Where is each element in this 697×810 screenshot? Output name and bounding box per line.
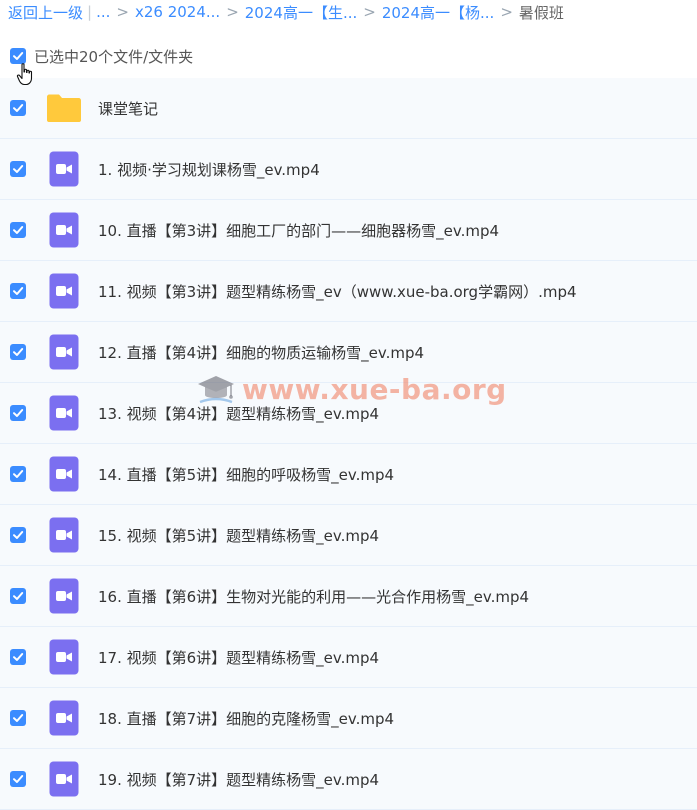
row-checkbox[interactable]: [10, 100, 26, 116]
video-file-icon: [49, 395, 79, 431]
list-item[interactable]: 15. 视频【第5讲】题型精练杨雪_ev.mp4: [0, 505, 697, 566]
file-name[interactable]: 10. 直播【第3讲】细胞工厂的部门——细胞器杨雪_ev.mp4: [98, 220, 499, 241]
check-icon: [13, 653, 24, 661]
video-file-icon: [49, 517, 79, 553]
breadcrumb-item-2[interactable]: 2024高一【生...: [245, 2, 357, 23]
video-icon-wrap: [46, 334, 82, 370]
row-checkbox[interactable]: [10, 649, 26, 665]
file-name[interactable]: 11. 视频【第3讲】题型精练杨雪_ev（www.xue-ba.org学霸网）.…: [98, 281, 577, 302]
chevron-right-icon: >: [500, 3, 513, 21]
row-checkbox[interactable]: [10, 161, 26, 177]
list-item[interactable]: 18. 直播【第7讲】细胞的克隆杨雪_ev.mp4: [0, 688, 697, 749]
chevron-right-icon: >: [226, 3, 239, 21]
list-item[interactable]: 12. 直播【第4讲】细胞的物质运输杨雪_ev.mp4: [0, 322, 697, 383]
check-icon: [13, 52, 24, 60]
list-item[interactable]: 11. 视频【第3讲】题型精练杨雪_ev（www.xue-ba.org学霸网）.…: [0, 261, 697, 322]
check-icon: [13, 714, 24, 722]
file-name[interactable]: 13. 视频【第4讲】题型精练杨雪_ev.mp4: [98, 403, 379, 424]
selection-count: 已选中20个文件/文件夹: [34, 47, 194, 66]
video-icon-wrap: [46, 151, 82, 187]
video-icon-wrap: [46, 273, 82, 309]
video-icon-wrap: [46, 395, 82, 431]
video-icon-wrap: [46, 578, 82, 614]
video-file-icon: [49, 761, 79, 797]
video-icon-wrap: [46, 639, 82, 675]
hand-cursor-icon: [16, 63, 33, 86]
list-item[interactable]: 13. 视频【第4讲】题型精练杨雪_ev.mp4: [0, 383, 697, 444]
breadcrumb-item-3[interactable]: 2024高一【杨...: [382, 2, 494, 23]
folder-icon-wrap: [46, 90, 82, 126]
check-icon: [13, 287, 24, 295]
selection-bar: 已选中20个文件/文件夹: [0, 36, 697, 76]
file-name[interactable]: 17. 视频【第6讲】题型精练杨雪_ev.mp4: [98, 647, 379, 668]
row-checkbox[interactable]: [10, 405, 26, 421]
video-file-icon: [49, 700, 79, 736]
breadcrumb: 返回上一级 | ... > x26 2024... > 2024高一【生... …: [0, 0, 697, 24]
video-file-icon: [49, 639, 79, 675]
row-checkbox[interactable]: [10, 527, 26, 543]
back-link[interactable]: 返回上一级: [8, 2, 83, 23]
row-checkbox[interactable]: [10, 344, 26, 360]
video-file-icon: [49, 456, 79, 492]
file-name[interactable]: 课堂笔记: [98, 98, 158, 119]
video-file-icon: [49, 578, 79, 614]
check-icon: [13, 104, 24, 112]
file-name[interactable]: 14. 直播【第5讲】细胞的呼吸杨雪_ev.mp4: [98, 464, 394, 485]
breadcrumb-divider: |: [87, 3, 93, 21]
row-checkbox[interactable]: [10, 466, 26, 482]
file-name[interactable]: 1. 视频·学习规划课杨雪_ev.mp4: [98, 159, 320, 180]
row-checkbox[interactable]: [10, 222, 26, 238]
list-item[interactable]: 17. 视频【第6讲】题型精练杨雪_ev.mp4: [0, 627, 697, 688]
check-icon: [13, 592, 24, 600]
row-checkbox[interactable]: [10, 283, 26, 299]
video-icon-wrap: [46, 761, 82, 797]
folder-icon: [47, 94, 81, 122]
list-item[interactable]: 19. 视频【第7讲】题型精练杨雪_ev.mp4: [0, 749, 697, 810]
check-icon: [13, 409, 24, 417]
check-icon: [13, 348, 24, 356]
video-file-icon: [49, 151, 79, 187]
row-checkbox[interactable]: [10, 710, 26, 726]
chevron-right-icon: >: [116, 3, 129, 21]
file-name[interactable]: 12. 直播【第4讲】细胞的物质运输杨雪_ev.mp4: [98, 342, 424, 363]
file-name[interactable]: 18. 直播【第7讲】细胞的克隆杨雪_ev.mp4: [98, 708, 394, 729]
check-icon: [13, 470, 24, 478]
list-item[interactable]: 16. 直播【第6讲】生物对光能的利用——光合作用杨雪_ev.mp4: [0, 566, 697, 627]
list-item[interactable]: 14. 直播【第5讲】细胞的呼吸杨雪_ev.mp4: [0, 444, 697, 505]
video-icon-wrap: [46, 700, 82, 736]
chevron-right-icon: >: [363, 3, 376, 21]
video-icon-wrap: [46, 456, 82, 492]
list-item[interactable]: 课堂笔记: [0, 78, 697, 139]
video-icon-wrap: [46, 517, 82, 553]
check-icon: [13, 226, 24, 234]
video-file-icon: [49, 334, 79, 370]
check-icon: [13, 775, 24, 783]
list-item[interactable]: 10. 直播【第3讲】细胞工厂的部门——细胞器杨雪_ev.mp4: [0, 200, 697, 261]
check-icon: [13, 165, 24, 173]
video-icon-wrap: [46, 212, 82, 248]
list-item[interactable]: 1. 视频·学习规划课杨雪_ev.mp4: [0, 139, 697, 200]
row-checkbox[interactable]: [10, 588, 26, 604]
video-file-icon: [49, 273, 79, 309]
check-icon: [13, 531, 24, 539]
file-name[interactable]: 15. 视频【第5讲】题型精练杨雪_ev.mp4: [98, 525, 379, 546]
file-name[interactable]: 16. 直播【第6讲】生物对光能的利用——光合作用杨雪_ev.mp4: [98, 586, 529, 607]
breadcrumb-item-1[interactable]: x26 2024...: [135, 3, 220, 21]
row-checkbox[interactable]: [10, 771, 26, 787]
file-list: 课堂笔记 1. 视频·学习规划课杨雪_ev.mp4 10. 直播【第3讲】细胞工厂的…: [0, 78, 697, 810]
file-name[interactable]: 19. 视频【第7讲】题型精练杨雪_ev.mp4: [98, 769, 379, 790]
breadcrumb-current: 暑假班: [518, 3, 564, 22]
video-file-icon: [49, 212, 79, 248]
breadcrumb-ellipsis[interactable]: ...: [96, 3, 110, 21]
